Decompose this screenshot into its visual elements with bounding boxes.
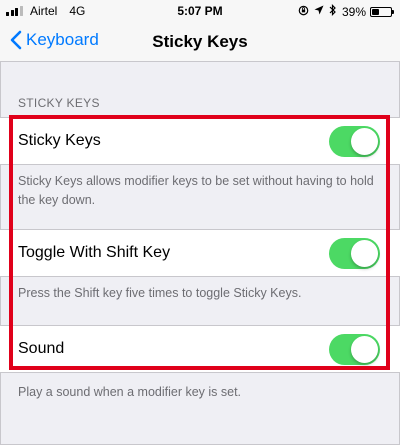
setting-row-sound: Sound (0, 325, 400, 373)
sound-toggle[interactable] (329, 333, 380, 365)
setting-row-sticky-keys: Sticky Keys (0, 117, 400, 165)
setting-footer: Play a sound when a modifier key is set. (18, 385, 242, 399)
battery-icon (370, 6, 394, 17)
setting-label: Toggle With Shift Key (18, 244, 171, 261)
setting-label: Sticky Keys (18, 132, 101, 149)
toggle-knob (351, 127, 378, 155)
toggle-knob (351, 239, 378, 267)
setting-group-sound: Sound Play a sound when a modifier key i… (0, 325, 400, 402)
setting-group-sticky-keys: Sticky Keys Sticky Keys allows modifier … (0, 117, 400, 210)
setting-label: Sound (18, 340, 65, 357)
rotation-lock-icon (298, 5, 309, 19)
sticky-keys-toggle[interactable] (329, 125, 380, 157)
setting-group-toggle-shift: Toggle With Shift Key Press the Shift ke… (0, 229, 400, 303)
location-icon (314, 5, 324, 18)
section-header: STICKY KEYS (18, 96, 100, 110)
setting-footer: Press the Shift key five times to toggle… (18, 286, 302, 300)
page-title: Sticky Keys (152, 32, 248, 51)
toggle-knob (351, 335, 378, 363)
battery-percent: 39% (341, 4, 366, 19)
navigation-bar: Keyboard Sticky Keys (0, 22, 400, 62)
setting-row-toggle-with-shift-key: Toggle With Shift Key (0, 229, 400, 277)
setting-footer: Sticky Keys allows modifier keys to be s… (18, 174, 374, 207)
status-right: 39% (298, 4, 394, 19)
toggle-with-shift-key-toggle[interactable] (329, 237, 380, 269)
status-bar: Airtel 4G 5:07 PM 39% (0, 0, 400, 22)
bluetooth-icon (329, 4, 337, 19)
